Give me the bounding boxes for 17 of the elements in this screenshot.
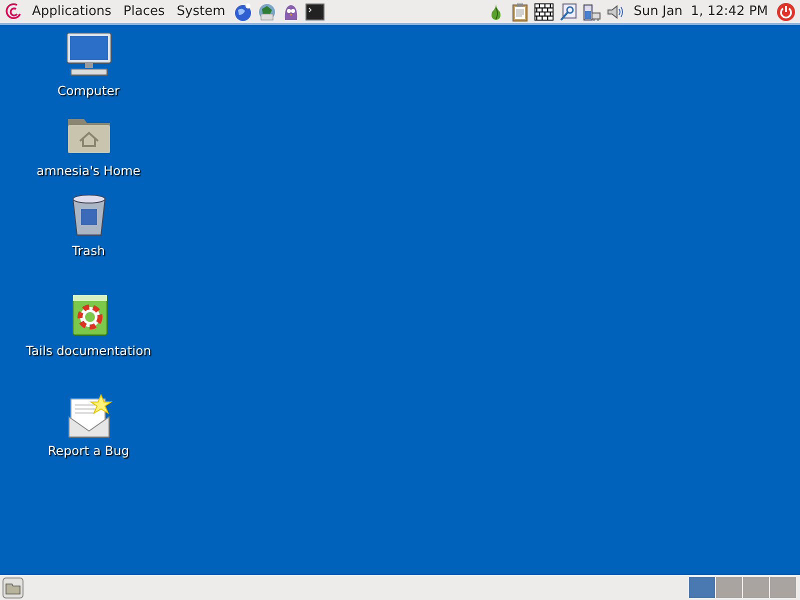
clock[interactable]: Sun Jan 1, 12:42 PM — [630, 4, 772, 19]
show-desktop-icon[interactable] — [2, 576, 24, 598]
clipboard-icon[interactable] — [510, 2, 530, 22]
globe-icon[interactable] — [233, 2, 254, 22]
battery-plug-icon[interactable] — [582, 2, 602, 22]
icon-label[interactable]: Trash — [72, 243, 106, 258]
icon-label[interactable]: Report a Bug — [48, 443, 130, 458]
icon-label[interactable]: Computer — [57, 83, 120, 98]
power-icon[interactable] — [776, 2, 796, 22]
menu-item[interactable]: System — [172, 4, 230, 19]
icon-label[interactable]: amnesia's Home — [36, 163, 140, 178]
terminal-icon[interactable] — [305, 2, 326, 22]
menu-item[interactable]: Applications — [28, 4, 116, 19]
magnifier-icon[interactable] — [558, 2, 578, 22]
brick-wall-icon[interactable] — [534, 2, 554, 22]
icon-label[interactable]: Tails documentation — [26, 343, 152, 358]
menu-item[interactable]: Places — [119, 4, 169, 19]
